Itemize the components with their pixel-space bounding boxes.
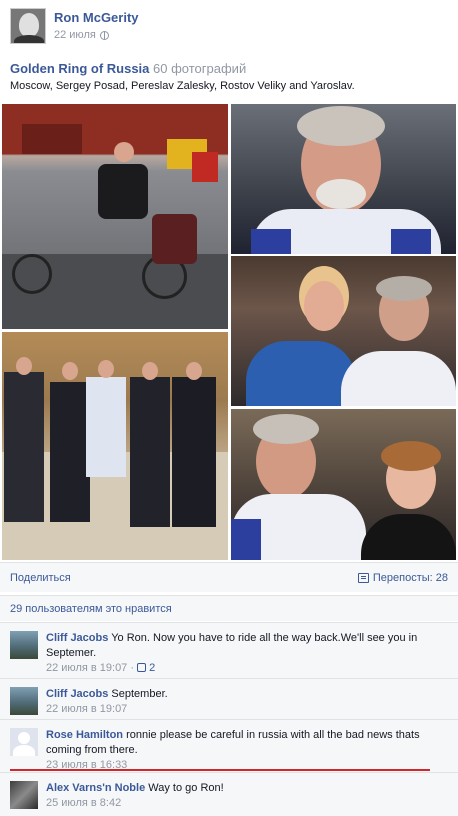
album-title[interactable]: Golden Ring of Russia — [10, 61, 149, 76]
comment-like-button[interactable]: 2 — [137, 662, 155, 674]
commenter-avatar[interactable] — [10, 631, 38, 659]
post-date: 22 июля — [54, 29, 109, 41]
comment-text: Way to go Ron! — [148, 782, 224, 794]
comment-meta: 22 июля в 19:07 · 2 — [46, 662, 156, 674]
photo-group-staff[interactable] — [2, 332, 228, 560]
comment-timestamp[interactable]: 25 июля в 8:42 — [46, 797, 121, 809]
reposts-count: Перепосты: 28 — [372, 572, 448, 584]
comment-author[interactable]: Cliff Jacobs — [46, 632, 108, 644]
comment-author[interactable]: Alex Varns'n Noble — [46, 782, 145, 794]
comment-item: Cliff Jacobs September. 22 июля в 19:07 — [0, 678, 458, 718]
post-date-text[interactable]: 22 июля — [54, 29, 96, 41]
comments-list: Cliff Jacobs Yo Ron. Now you have to rid… — [0, 622, 458, 816]
photo-ron-portrait[interactable] — [231, 104, 456, 254]
album-info: Golden Ring of Russia 60 фотографий Mosc… — [10, 61, 450, 92]
comment-item: Alex Varns'n Noble Way to go Ron! 25 июл… — [0, 772, 458, 816]
comment-author[interactable]: Cliff Jacobs — [46, 688, 108, 700]
repost-icon — [357, 573, 369, 583]
reposts-button[interactable]: Перепосты: 28 — [357, 572, 448, 584]
comment-meta: 22 июля в 19:07 — [46, 702, 446, 717]
photo-cyclist-red-square[interactable] — [2, 104, 228, 329]
author-name[interactable]: Ron McGerity — [54, 10, 139, 25]
share-button[interactable]: Поделиться — [10, 572, 71, 584]
comment-text: September. — [111, 688, 168, 700]
photo-ron-with-woman[interactable] — [231, 256, 456, 406]
commenter-avatar[interactable] — [10, 687, 38, 715]
comment-item: Cliff Jacobs Yo Ron. Now you have to rid… — [0, 622, 458, 677]
highlight-underline — [10, 769, 430, 771]
comment-like-count: 2 — [149, 662, 156, 674]
post-header: Ron McGerity 22 июля — [10, 8, 450, 46]
album-photo-count: 60 фотографий — [153, 61, 247, 76]
action-bar: Поделиться Перепосты: 28 — [0, 562, 458, 592]
likes-link[interactable]: 29 пользователям это нравится — [10, 603, 172, 615]
likes-summary: 29 пользователям это нравится — [0, 595, 458, 621]
comment-item: Rose Hamilton ronnie please be careful i… — [0, 719, 458, 771]
photo-ron-with-young-woman[interactable] — [231, 409, 456, 560]
album-description: Moscow, Sergey Posad, Pereslav Zalesky, … — [10, 80, 355, 92]
comment-timestamp[interactable]: 22 июля в 19:07 — [46, 662, 127, 674]
author-avatar[interactable] — [10, 8, 46, 44]
commenter-avatar[interactable] — [10, 781, 38, 809]
globe-icon — [99, 30, 109, 40]
comment-timestamp[interactable]: 22 июля в 19:07 — [46, 703, 127, 715]
comment-author[interactable]: Rose Hamilton — [46, 729, 123, 741]
commenter-avatar[interactable] — [10, 728, 38, 756]
photo-grid — [2, 104, 456, 560]
comment-meta: 25 июля в 8:42 — [46, 796, 446, 811]
album-title-line: Golden Ring of Russia 60 фотографий — [10, 61, 450, 76]
thumbs-up-icon — [137, 663, 147, 672]
